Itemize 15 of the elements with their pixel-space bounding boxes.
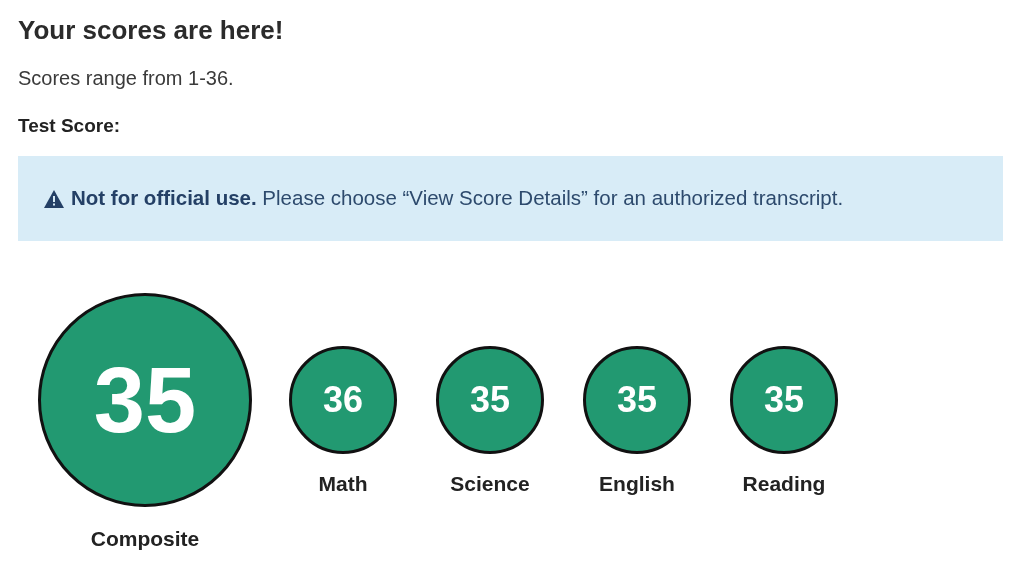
subject-score-badge: 35: [436, 346, 544, 454]
score-range-text: Scores range from 1-36.: [18, 66, 235, 91]
section-label: Test Score:: [18, 114, 122, 138]
subject-label: Math: [318, 471, 368, 497]
subject-label: English: [599, 471, 675, 497]
warning-icon: [43, 188, 65, 209]
subject-label: Reading: [742, 471, 826, 497]
subject-label: Science: [450, 471, 530, 497]
composite-score-badge: 35: [38, 293, 252, 507]
subject-score-badge: 36: [289, 346, 397, 454]
page-heading: Your scores are here!: [18, 14, 285, 47]
subject-score-badge: 35: [583, 346, 691, 454]
composite-label: Composite: [90, 526, 200, 552]
alert-message: Not for official use. Please choose “View Score Details” for an authorized transcript.: [71, 185, 844, 212]
subject-score-badge: 35: [730, 346, 838, 454]
